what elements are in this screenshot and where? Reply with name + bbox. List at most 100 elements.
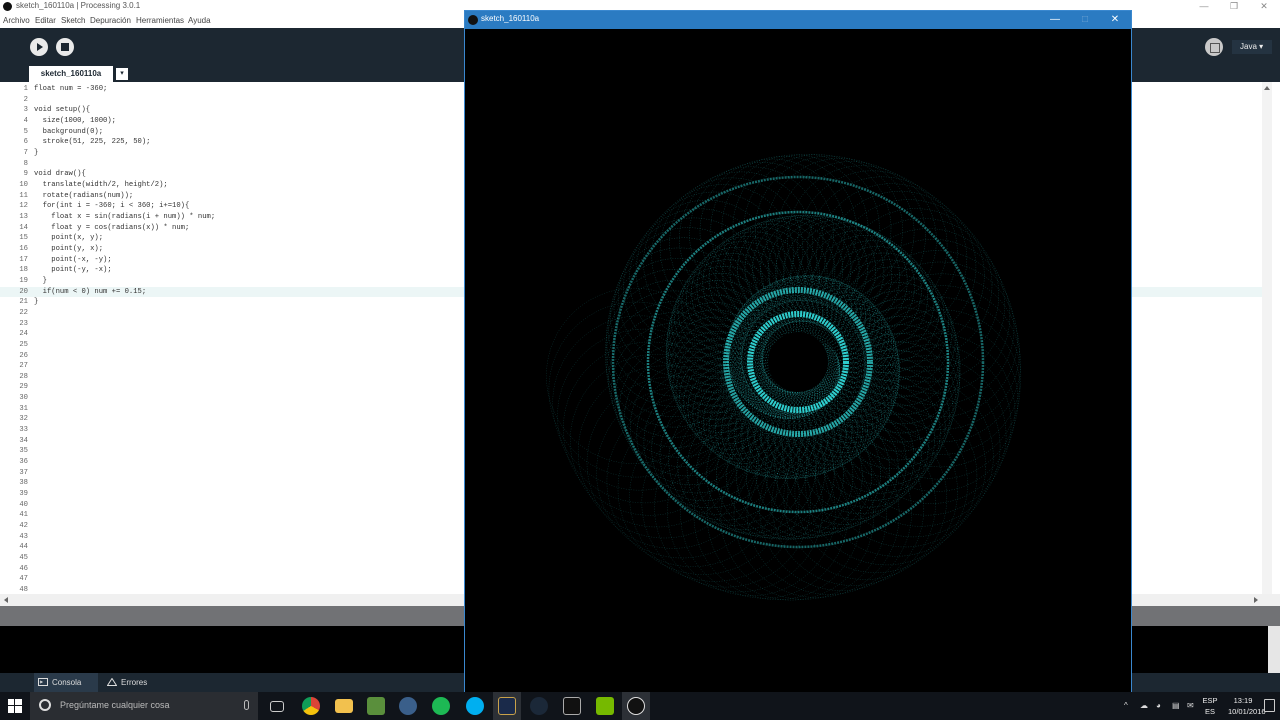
tray-volume-icon[interactable]: ◕ [1156, 701, 1161, 710]
spotify-icon[interactable] [432, 697, 450, 715]
window-title: sketch_160110a | Processing 3.0.1 [16, 1, 141, 10]
tab-errores[interactable]: Errores [103, 673, 167, 692]
line-number: 17 [19, 255, 28, 264]
line-number: 45 [19, 554, 28, 563]
line-number: 19 [19, 276, 28, 285]
close-button[interactable]: ✕ [1249, 0, 1279, 14]
console-scrollbar[interactable] [1268, 626, 1280, 673]
code-text: background(0); [34, 127, 104, 136]
run-button[interactable] [30, 38, 48, 56]
stop-button[interactable] [56, 38, 74, 56]
console-icon [38, 678, 48, 686]
file-explorer-icon[interactable] [335, 699, 353, 713]
sketch-output-window[interactable]: sketch_160110a — □ ✕ [464, 10, 1132, 694]
line-number: 1 [23, 85, 28, 93]
spiral-artwork [546, 154, 1022, 601]
minimize-button[interactable]: — [1189, 0, 1219, 14]
microphone-icon[interactable] [244, 700, 249, 710]
code-text: float num = -360; [34, 85, 108, 93]
line-number: 26 [19, 351, 28, 360]
tab-menu-button[interactable]: ▾ [116, 68, 128, 80]
code-text: for(int i = -360; i < 360; i+=10){ [34, 202, 190, 211]
taskbar: Pregúntame cualquier cosa ^ ☁ ◕ ▤ ✉ ESP … [0, 692, 1280, 720]
sketch-window-icon [468, 15, 478, 25]
app-icon[interactable] [367, 697, 385, 715]
sketch-minimize-button[interactable]: — [1045, 13, 1065, 27]
line-number: 29 [19, 383, 28, 392]
steam-like-icon[interactable] [399, 697, 417, 715]
menu-herramientas[interactable]: Herramientas [136, 16, 184, 25]
processing-icon[interactable] [563, 697, 581, 715]
line-number: 20 [19, 287, 28, 296]
line-number: 13 [19, 212, 28, 221]
line-number: 35 [19, 447, 28, 456]
line-number: 8 [23, 159, 28, 168]
tray-message-icon[interactable]: ✉ [1187, 701, 1194, 710]
menu-archivo[interactable]: Archivo [3, 16, 30, 25]
vertical-scrollbar[interactable] [1262, 82, 1272, 594]
sketch-maximize-button: □ [1081, 14, 1089, 25]
code-text: } [34, 298, 39, 307]
cortana-icon [39, 699, 51, 711]
maximize-button[interactable]: ❒ [1219, 0, 1249, 14]
system-clock[interactable]: 13:19 10/01/2016 [1228, 695, 1266, 717]
sketch-close-button[interactable]: ✕ [1105, 13, 1125, 27]
menu-sketch[interactable]: Sketch [61, 16, 85, 25]
line-number: 9 [23, 170, 28, 179]
mode-selector[interactable]: Java ▾ [1232, 40, 1272, 54]
steam-icon[interactable] [530, 697, 548, 715]
debugger-button[interactable] [1205, 38, 1223, 56]
line-number: 28 [19, 372, 28, 381]
search-placeholder: Pregúntame cualquier cosa [60, 700, 170, 710]
line-number: 42 [19, 522, 28, 531]
line-number: 38 [19, 479, 28, 488]
processing-sketch-icon[interactable] [627, 697, 645, 715]
code-text: point(-x, -y); [34, 255, 112, 264]
tray-cloud-icon[interactable]: ☁ [1140, 701, 1148, 710]
menu-ayuda[interactable]: Ayuda [188, 16, 211, 25]
task-view-icon[interactable] [270, 701, 284, 712]
line-number: 33 [19, 426, 28, 435]
notification-center-icon[interactable] [1264, 699, 1275, 712]
line-number: 2 [23, 95, 28, 104]
code-text: void draw(){ [34, 170, 86, 179]
tab-consola[interactable]: Consola [34, 673, 98, 692]
menu-depuracion[interactable]: Depuración [90, 16, 131, 25]
code-text: if(num < 0) num += 0.15; [34, 287, 147, 296]
line-number: 39 [19, 490, 28, 499]
line-number: 41 [19, 511, 28, 520]
tab-sketch[interactable]: sketch_160110a [29, 66, 113, 82]
line-number: 27 [19, 362, 28, 371]
line-number: 24 [19, 330, 28, 339]
line-number: 16 [19, 244, 28, 253]
line-number: 10 [19, 180, 28, 189]
line-number: 25 [19, 340, 28, 349]
league-icon[interactable] [498, 697, 516, 715]
language-code: ESP [1202, 696, 1218, 705]
line-number: 18 [19, 266, 28, 275]
code-text: size(1000, 1000); [34, 116, 116, 125]
sketch-canvas [465, 29, 1131, 693]
code-text: translate(width/2, height/2); [34, 180, 168, 189]
code-text: } [34, 276, 47, 285]
tray-network-icon[interactable]: ▤ [1172, 701, 1180, 710]
menu-editar[interactable]: Editar [35, 16, 56, 25]
skype-icon[interactable] [466, 697, 484, 715]
windows-start-icon[interactable] [8, 699, 22, 713]
chrome-icon[interactable] [302, 697, 320, 715]
code-text: point(x, y); [34, 234, 104, 243]
line-number: 30 [19, 394, 28, 403]
tab-errores-label: Errores [121, 678, 148, 687]
line-number: 32 [19, 415, 28, 424]
warning-icon [107, 678, 117, 686]
line-number: 12 [19, 202, 28, 211]
line-number: 11 [19, 191, 28, 200]
search-box[interactable]: Pregúntame cualquier cosa [30, 692, 258, 720]
line-number: 34 [19, 436, 28, 445]
sketch-window-title: sketch_160110a [481, 14, 540, 23]
nvidia-icon[interactable] [596, 697, 614, 715]
tray-overflow-icon[interactable]: ^ [1124, 701, 1128, 710]
line-number: 6 [23, 138, 28, 147]
line-number: 44 [19, 543, 28, 552]
language-indicator[interactable]: ESP ES [1200, 695, 1220, 717]
